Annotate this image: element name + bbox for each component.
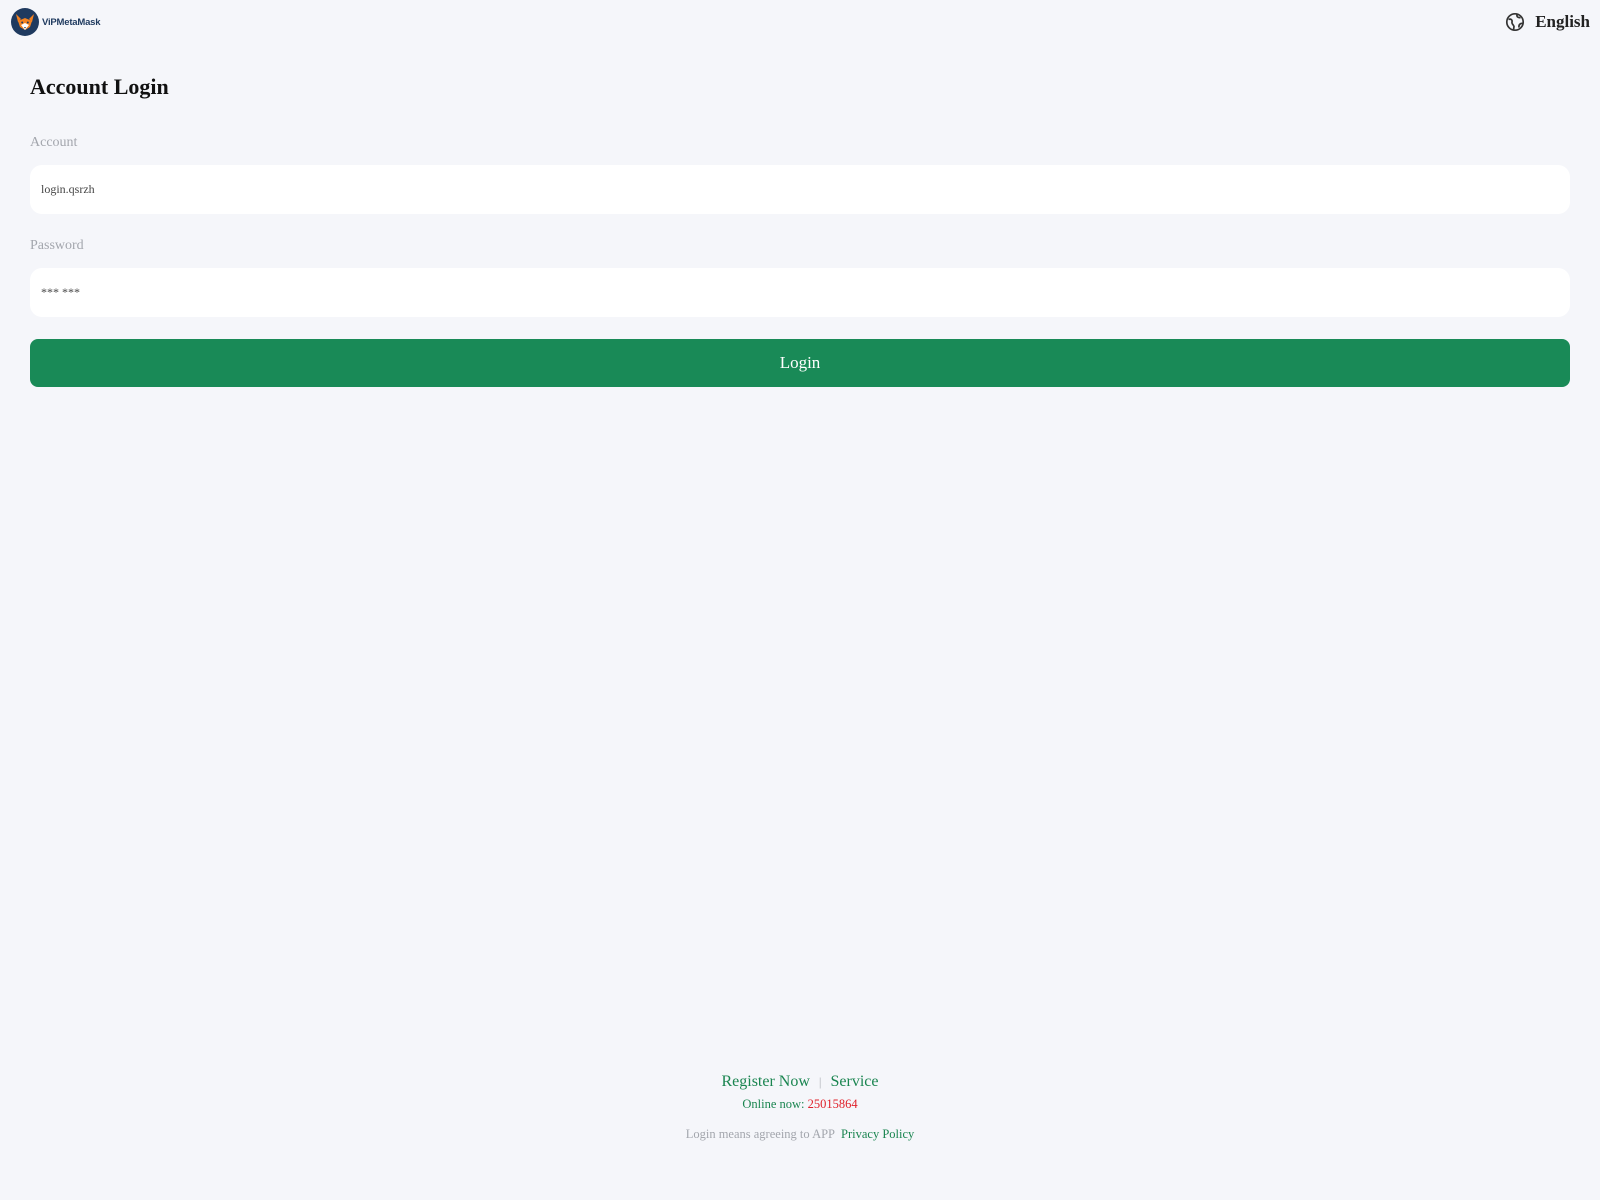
password-field-container	[30, 268, 1570, 317]
brand-name: ViPMetaMask	[42, 16, 101, 28]
globe-icon	[1505, 12, 1525, 32]
service-link[interactable]: Service	[831, 1073, 879, 1091]
agreement-notice: Login means agreeing to APP Privacy Poli…	[686, 1126, 915, 1143]
page-title: Account Login	[30, 74, 169, 99]
login-page: ViPMetaMask English Account Login Accoun…	[0, 0, 1600, 1200]
language-label: English	[1535, 12, 1590, 31]
online-label: Online now:	[742, 1097, 808, 1111]
agreement-text: Login means agreeing to APP	[685, 1127, 836, 1141]
top-bar: ViPMetaMask English	[0, 0, 1600, 44]
password-label: Password	[30, 238, 84, 253]
footer-separator: |	[818, 1074, 822, 1089]
footer-links: Register Now | Service	[721, 1070, 878, 1094]
account-field-container	[30, 165, 1570, 214]
fox-logo-icon	[11, 8, 39, 36]
language-selector[interactable]: English	[1505, 12, 1590, 32]
login-form: Account Login Account Password Login	[30, 72, 1570, 387]
online-count: 25015864	[807, 1097, 858, 1111]
online-status: Online now: 25015864	[742, 1096, 857, 1112]
brand-logo[interactable]: ViPMetaMask	[11, 8, 101, 36]
login-button[interactable]: Login	[30, 339, 1570, 387]
account-input[interactable]	[41, 182, 1559, 197]
register-now-link[interactable]: Register Now	[721, 1073, 809, 1091]
privacy-policy-link[interactable]: Privacy Policy	[841, 1126, 914, 1143]
password-input[interactable]	[41, 285, 1559, 300]
account-label: Account	[30, 135, 78, 150]
footer: Register Now | Service Online now: 25015…	[0, 1070, 1600, 1143]
